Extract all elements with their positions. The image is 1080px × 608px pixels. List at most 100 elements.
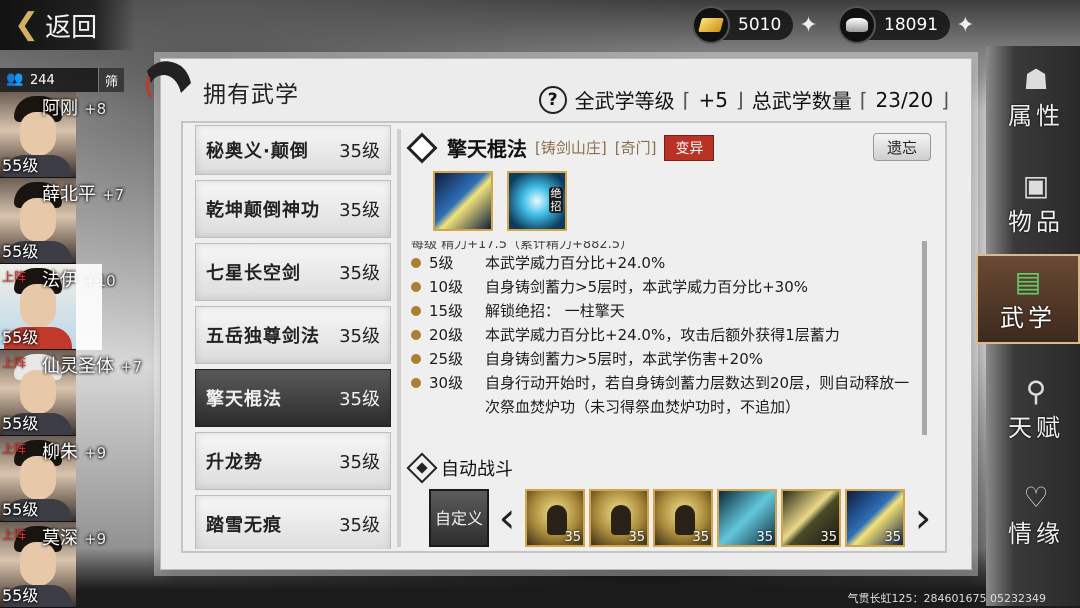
skill-name: 踏雪无痕 <box>206 515 282 536</box>
on-team-badge: 上阵 <box>2 528 27 542</box>
hero-level: 55级 <box>2 586 39 605</box>
effect-row: 25级 自身铸剑蓄力>5层时，本武学伤害+20% <box>411 347 921 371</box>
gold-ingot-icon <box>692 6 730 44</box>
forget-button[interactable]: 遗忘 <box>873 133 931 161</box>
hero-plus: +8 <box>84 100 107 118</box>
hero-name-row: 仙灵圣体 +7 <box>42 352 142 378</box>
hero-name-row: 法伊 +10 <box>42 266 116 292</box>
skill-list-item-selected[interactable]: 擎天棍法 35级 <box>195 369 391 427</box>
skill-list-item[interactable]: 踏雪无痕 35级 <box>195 495 391 549</box>
skill-list[interactable]: 秘奥义·颠倒 35级 乾坤颠倒神功 35级 七星长空剑 35级 五岳独尊剑法 3… <box>195 125 391 549</box>
skill-list-item[interactable]: 秘奥义·颠倒 35级 <box>195 125 391 175</box>
effect-level: 25级 <box>429 350 464 368</box>
customize-button[interactable]: 自定义 <box>429 489 489 547</box>
hero-card[interactable]: 上阵 柳朱 +9 55级 <box>0 436 150 522</box>
ultimate-skill-icon[interactable]: 绝招 <box>507 171 567 231</box>
filter-button[interactable]: 筛 <box>98 68 124 92</box>
add-silver-icon[interactable]: ✦ <box>956 13 974 38</box>
hero-card-selected[interactable]: 上阵 法伊 +10 55级 <box>0 264 150 350</box>
skill-list-scrollbar[interactable] <box>397 129 401 547</box>
auto-battle-header: 自动战斗 <box>406 452 513 484</box>
skill-level: 35级 <box>339 263 380 284</box>
book-icon: ▤ <box>1014 265 1042 298</box>
hero-level: 55级 <box>2 500 39 519</box>
content-frame: 秘奥义·颠倒 35级 乾坤颠倒神功 35级 七星长空剑 35级 五岳独尊剑法 3… <box>181 121 947 553</box>
hero-card[interactable]: 上阵 莫深 +9 55级 <box>0 522 150 608</box>
effect-row: 20级 本武学威力百分比+24.0%，攻击后额外获得1层蓄力 <box>411 323 921 347</box>
skill-level: 35级 <box>339 200 380 221</box>
all-level-label: 全武学等级 <box>574 89 675 113</box>
mutate-badge: 变异 <box>664 134 715 161</box>
skill-name: 升龙势 <box>206 452 263 473</box>
skill-list-item[interactable]: 升龙势 35级 <box>195 432 391 490</box>
effect-text: 本武学威力百分比+24.0%，攻击后额外获得1层蓄力 <box>485 326 840 344</box>
hook-icon: ⚲ <box>1025 375 1047 408</box>
auto-battle-label: 自动战斗 <box>441 459 513 480</box>
auto-slot[interactable]: 35 <box>589 489 649 547</box>
skill-icons: 绝招 <box>433 171 567 231</box>
effect-row-clipped: 每级 精力+17.5（累计精力+882.5） <box>411 241 921 251</box>
skill-name: 七星长空剑 <box>206 263 301 284</box>
bullet-icon <box>411 354 421 364</box>
effect-text: 自身铸剑蓄力>5层时，本武学伤害+20% <box>485 350 764 368</box>
total-label: 总武学数量 <box>751 89 852 113</box>
nav-martial-arts[interactable]: ▤ 武学 <box>976 254 1080 344</box>
hero-roster: 阿刚 +8 55级 薛北平 +7 55级 上阵 法伊 +10 55级 上阵 仙灵圣体 +… <box>0 92 160 608</box>
back-label: 返回 <box>45 12 98 43</box>
skill-level: 35级 <box>339 389 380 410</box>
all-level-value: +5 <box>698 87 728 112</box>
auto-slot[interactable]: 35 <box>525 489 585 547</box>
panel-title: 拥有武学 <box>203 82 299 108</box>
hero-name: 仙灵圣体 <box>42 356 114 377</box>
effect-scrollbar[interactable] <box>922 241 927 435</box>
auto-slot[interactable]: 35 <box>781 489 841 547</box>
slot-level: 35 <box>628 530 645 545</box>
effect-row: 15级 解锁绝招： 一柱擎天 <box>411 299 921 323</box>
skill-name: 乾坤颠倒神功 <box>206 200 320 221</box>
skill-list-item[interactable]: 五岳独尊剑法 35级 <box>195 306 391 364</box>
slot-level: 35 <box>756 530 773 545</box>
nav-talents[interactable]: ⚲ 天赋 <box>992 364 1080 454</box>
nav-relations[interactable]: ♡ 情缘 <box>992 470 1080 560</box>
chevron-left-icon[interactable]: ‹ <box>493 497 521 539</box>
chevron-right-icon[interactable]: › <box>909 497 937 539</box>
slot-level: 35 <box>820 530 837 545</box>
hero-card[interactable]: 上阵 仙灵圣体 +7 55级 <box>0 350 150 436</box>
effect-list[interactable]: 每级 精力+17.5（累计精力+882.5） 5级 本武学威力百分比+24.0%… <box>411 241 921 437</box>
auto-slot[interactable]: 35 <box>653 489 713 547</box>
nav-label: 情缘 <box>1008 520 1064 548</box>
hero-card[interactable]: 薛北平 +7 55级 <box>0 178 150 264</box>
silver-pill: 18091 <box>838 6 951 44</box>
hero-name-row: 薛北平 +7 <box>42 180 124 206</box>
nav-label: 属性 <box>1008 102 1064 130</box>
nav-label: 武学 <box>1000 304 1056 332</box>
stats-bar: ? 全武学等级 ⌈ +5 ⌋ 总武学数量 ⌈ 23/20 ⌋ <box>538 85 949 114</box>
skill-detail-name: 擎天棍法 <box>447 137 527 161</box>
hero-card[interactable]: 阿刚 +8 55级 <box>0 92 150 178</box>
gold-pill: 5010 <box>692 6 794 44</box>
auto-slot[interactable]: 35 <box>717 489 777 547</box>
skill-list-item[interactable]: 七星长空剑 35级 <box>195 243 391 301</box>
hero-name-row: 莫深 +9 <box>42 524 106 550</box>
nav-attributes[interactable]: ☗ 属性 <box>992 52 1080 142</box>
nav-items[interactable]: ▣ 物品 <box>992 158 1080 248</box>
effect-clipped-text: 每级 精力+17.5（累计精力+882.5） <box>411 241 634 251</box>
bullet-icon <box>411 306 421 316</box>
auto-slot[interactable]: 35 <box>845 489 905 547</box>
hero-name: 柳朱 <box>42 442 78 463</box>
gold-amount: 5010 <box>738 15 782 35</box>
on-team-badge: 上阵 <box>2 356 27 370</box>
skill-list-item[interactable]: 乾坤颠倒神功 35级 <box>195 180 391 238</box>
effect-text: 自身行动开始时，若自身铸剑蓄力层数达到20层，则自动释放一次祭血焚炉功（未习得祭… <box>485 374 910 416</box>
staff-skill-icon[interactable] <box>433 171 493 231</box>
skill-detail-header: 擎天棍法 [铸剑山庄] [奇门] 变异 <box>405 131 715 164</box>
skill-detail: 擎天棍法 [铸剑山庄] [奇门] 变异 遗忘 绝招 每级 精力+17.5（累计精… <box>405 123 935 553</box>
effect-level: 15级 <box>429 302 464 320</box>
effect-level: 20级 <box>429 326 464 344</box>
hero-name: 薛北平 <box>42 184 96 205</box>
help-icon[interactable]: ? <box>538 85 567 114</box>
add-gold-icon[interactable]: ✦ <box>799 13 817 38</box>
roster-header: 👥 244 筛 <box>0 68 124 92</box>
ultimate-badge: 绝招 <box>549 187 563 213</box>
back-button[interactable]: ❮ 返回 <box>0 0 135 50</box>
